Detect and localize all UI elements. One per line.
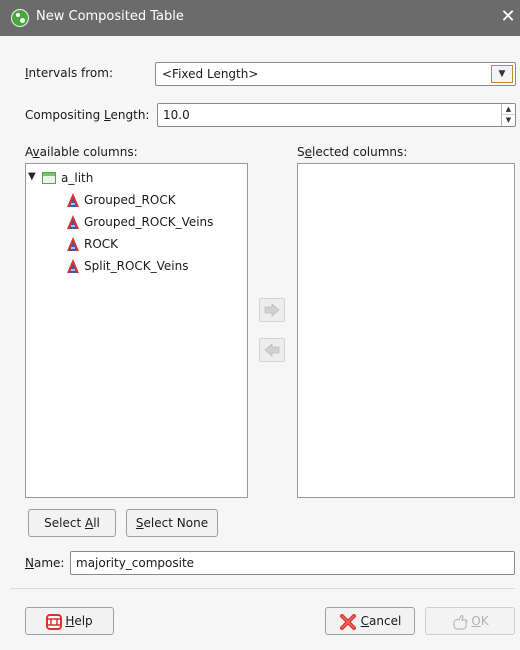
select-none-button[interactable]: Select None xyxy=(126,509,218,537)
add-column-button[interactable] xyxy=(259,298,285,322)
tree-node-label: a_lith xyxy=(61,171,94,185)
spin-up-icon[interactable]: ▲ xyxy=(502,104,515,115)
close-icon[interactable]: ✕ xyxy=(498,5,518,29)
expand-arrow-icon[interactable]: ▼ xyxy=(28,171,36,182)
ok-hand-icon xyxy=(453,614,468,630)
spin-down-icon[interactable]: ▼ xyxy=(502,115,515,126)
name-label: Name: xyxy=(25,556,65,570)
divider xyxy=(10,588,515,589)
help-button[interactable]: Help xyxy=(25,607,114,635)
compositing-length-value: 10.0 xyxy=(163,108,190,122)
intervals-from-label: Intervals from: xyxy=(25,66,113,80)
arrow-left-icon xyxy=(264,343,280,357)
dialog-window: New Composited Table ✕ Intervals from: <… xyxy=(0,0,520,650)
selected-columns-label: Selected columns: xyxy=(297,145,408,159)
window-title: New Composited Table xyxy=(36,9,184,24)
arrow-right-icon xyxy=(264,303,280,317)
column-name: Split_ROCK_Veins xyxy=(84,259,189,273)
chevron-down-icon[interactable]: ▼ xyxy=(491,65,513,83)
name-input[interactable]: majority_composite xyxy=(70,551,515,575)
select-all-button[interactable]: Select All xyxy=(28,509,116,537)
spin-buttons: ▲ ▼ xyxy=(501,104,515,126)
list-item[interactable]: Split_ROCK_Veins xyxy=(26,256,246,276)
list-item[interactable]: Grouped_ROCK xyxy=(26,190,246,210)
column-name: Grouped_ROCK_Veins xyxy=(84,215,214,229)
list-item[interactable]: Grouped_ROCK_Veins xyxy=(26,212,246,232)
category-column-icon xyxy=(67,237,79,251)
selected-columns-list[interactable] xyxy=(297,163,515,498)
cancel-button[interactable]: Cancel xyxy=(325,607,415,635)
intervals-from-select[interactable]: <Fixed Length> ▼ xyxy=(155,62,516,86)
column-name: ROCK xyxy=(84,237,119,251)
tree-node-a-lith[interactable]: ▼ a_lith xyxy=(26,168,246,188)
title-bar: New Composited Table ✕ xyxy=(0,0,520,36)
category-column-icon xyxy=(67,259,79,273)
compositing-length-label: Compositing Length: xyxy=(25,108,150,122)
column-name: Grouped_ROCK xyxy=(84,193,176,207)
table-icon xyxy=(42,172,56,184)
red-x-icon xyxy=(339,613,356,630)
lifebuoy-icon xyxy=(46,613,63,630)
intervals-from-value: <Fixed Length> xyxy=(162,67,259,81)
category-column-icon xyxy=(67,193,79,207)
name-value: majority_composite xyxy=(76,556,195,570)
ok-button[interactable]: OK xyxy=(425,607,515,635)
remove-column-button[interactable] xyxy=(259,338,285,362)
app-icon xyxy=(11,9,29,27)
available-columns-label: Available columns: xyxy=(25,145,138,159)
available-columns-list[interactable]: ▼ a_lith Grouped_ROCK Grouped_ROCK_Veins xyxy=(25,163,248,498)
list-item[interactable]: ROCK xyxy=(26,234,246,254)
compositing-length-spinbox[interactable]: 10.0 ▲ ▼ xyxy=(157,103,516,127)
category-column-icon xyxy=(67,215,79,229)
